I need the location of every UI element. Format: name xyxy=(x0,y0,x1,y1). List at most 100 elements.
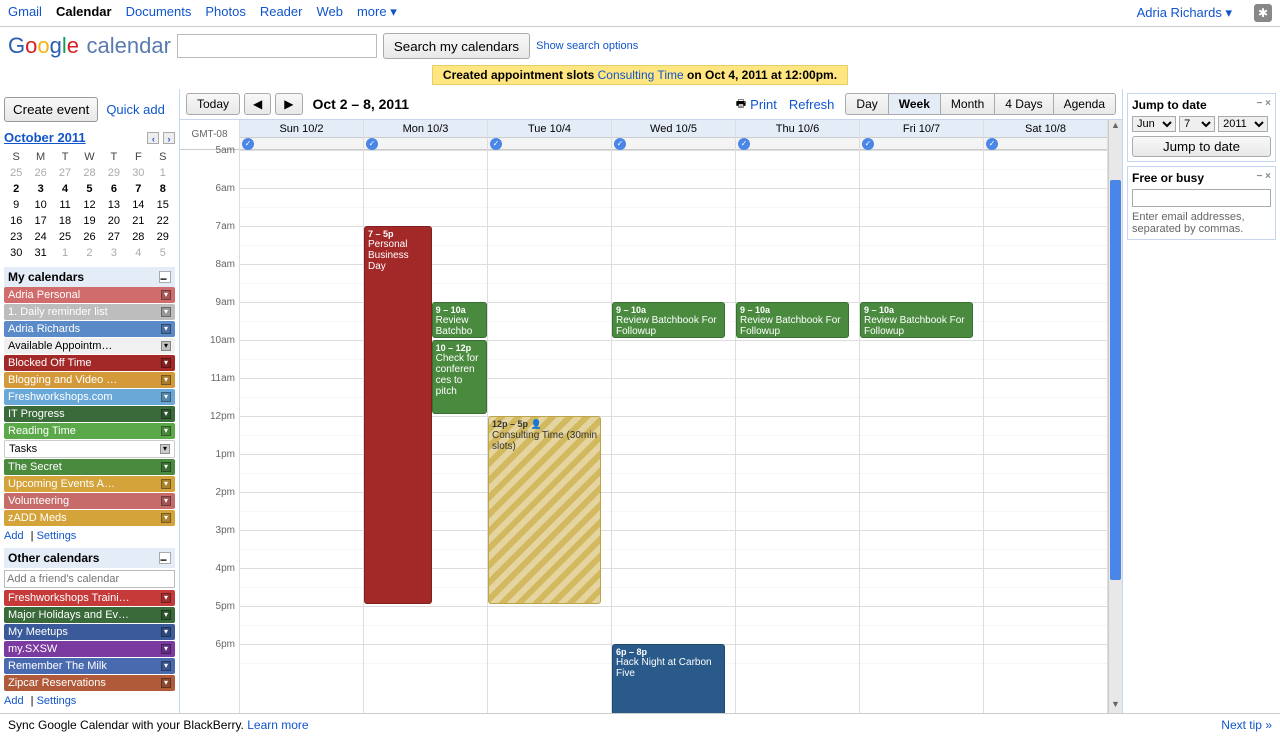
view-day[interactable]: Day xyxy=(845,93,888,115)
calendar-event[interactable]: 7 – 5pPersonal Business Day xyxy=(364,226,432,604)
minical-day[interactable]: 26 xyxy=(77,229,101,245)
calendar-menu-icon[interactable]: ▾ xyxy=(161,479,171,489)
create-event-button[interactable]: Create event xyxy=(4,97,98,122)
topnav-link-calendar[interactable]: Calendar xyxy=(56,4,112,19)
calendar-item[interactable]: Upcoming Events A…▾ xyxy=(4,476,175,492)
calendar-item[interactable]: Adria Personal▾ xyxy=(4,287,175,303)
minical-month[interactable]: October 2011 xyxy=(4,130,86,145)
next-week-button[interactable]: ▶ xyxy=(275,93,302,115)
jump-month-select[interactable]: Jun xyxy=(1132,116,1176,132)
allday-row[interactable]: ✓ xyxy=(984,138,1107,150)
allday-row[interactable]: ✓ xyxy=(488,138,611,150)
minical-day[interactable]: 25 xyxy=(4,165,28,181)
calendar-menu-icon[interactable]: ▾ xyxy=(161,593,171,603)
minus-icon[interactable]: − xyxy=(159,552,171,564)
minical-day[interactable]: 2 xyxy=(4,181,28,197)
jump-day-select[interactable]: 7 xyxy=(1179,116,1215,132)
calendar-menu-icon[interactable]: ▾ xyxy=(161,627,171,637)
calendar-item[interactable]: Zipcar Reservations▾ xyxy=(4,675,175,691)
close-icon[interactable]: × xyxy=(1265,171,1271,182)
day-column[interactable]: Mon 10/3✓7 – 5pPersonal Business Day9 – … xyxy=(364,120,488,713)
minical-day[interactable]: 1 xyxy=(151,165,175,181)
refresh-link[interactable]: Refresh xyxy=(789,97,835,112)
user-menu[interactable]: Adria Richards ▾ xyxy=(1137,5,1232,21)
minical-day[interactable]: 3 xyxy=(102,245,126,261)
view-agenda[interactable]: Agenda xyxy=(1053,93,1116,115)
calendar-item[interactable]: Remember The Milk▾ xyxy=(4,658,175,674)
calendar-item[interactable]: IT Progress▾ xyxy=(4,406,175,422)
minical-day[interactable]: 22 xyxy=(151,213,175,229)
calendar-menu-icon[interactable]: ▾ xyxy=(161,644,171,654)
calendar-menu-icon[interactable]: ▾ xyxy=(161,409,171,419)
view-week[interactable]: Week xyxy=(888,93,941,115)
calendar-menu-icon[interactable]: ▾ xyxy=(161,324,171,334)
gear-icon[interactable]: ✱ xyxy=(1254,4,1272,22)
calendar-event[interactable]: 9 – 10aReview Batchbook For Followup xyxy=(860,302,973,338)
notif-link[interactable]: Consulting Time xyxy=(598,68,684,82)
calendar-menu-icon[interactable]: ▾ xyxy=(161,358,171,368)
day-column[interactable]: Wed 10/5✓9 – 10aReview Batchbook For Fol… xyxy=(612,120,736,713)
add-other-calendar-link[interactable]: Add xyxy=(4,695,24,707)
calendar-item[interactable]: Major Holidays and Ev…▾ xyxy=(4,607,175,623)
day-column[interactable]: Fri 10/7✓9 – 10aReview Batchbook For Fol… xyxy=(860,120,984,713)
jump-to-date-button[interactable]: Jump to date xyxy=(1132,136,1271,157)
minical-day[interactable]: 2 xyxy=(77,245,101,261)
calendar-event[interactable]: 6p – 8pHack Night at Carbon Five xyxy=(612,644,725,713)
minical-day[interactable]: 6 xyxy=(102,181,126,197)
calendar-menu-icon[interactable]: ▾ xyxy=(161,678,171,688)
minical-day[interactable]: 30 xyxy=(126,165,150,181)
minical-day[interactable]: 30 xyxy=(4,245,28,261)
calendar-item[interactable]: 1. Daily reminder list▾ xyxy=(4,304,175,320)
jump-year-select[interactable]: 2011 xyxy=(1218,116,1268,132)
allday-row[interactable]: ✓ xyxy=(736,138,859,150)
minical-day[interactable]: 15 xyxy=(151,197,175,213)
calendar-event[interactable]: 9 – 10aReview Batchbook For Followup xyxy=(612,302,725,338)
search-button[interactable]: Search my calendars xyxy=(383,33,530,59)
calendar-menu-icon[interactable]: ▾ xyxy=(161,462,171,472)
other-calendar-settings-link[interactable]: Settings xyxy=(37,695,77,707)
quick-add-link[interactable]: Quick add xyxy=(106,102,165,117)
calendar-item[interactable]: Freshworkshops.com▾ xyxy=(4,389,175,405)
print-link[interactable]: Print xyxy=(750,97,777,112)
minical-day[interactable]: 10 xyxy=(28,197,52,213)
calendar-item[interactable]: Reading Time▾ xyxy=(4,423,175,439)
calendar-menu-icon[interactable]: ▾ xyxy=(161,341,171,351)
calendar-item[interactable]: Volunteering▾ xyxy=(4,493,175,509)
scroll-down-icon[interactable]: ▼ xyxy=(1109,699,1122,713)
minical-day[interactable]: 12 xyxy=(77,197,101,213)
calendar-item[interactable]: Adria Richards▾ xyxy=(4,321,175,337)
minical-next-icon[interactable]: › xyxy=(163,132,175,144)
calendar-item[interactable]: Available Appointm…▾ xyxy=(4,338,175,354)
minical-day[interactable]: 27 xyxy=(53,165,77,181)
minical-day[interactable]: 4 xyxy=(126,245,150,261)
minical-day[interactable]: 25 xyxy=(53,229,77,245)
minical-day[interactable]: 24 xyxy=(28,229,52,245)
free-busy-input[interactable] xyxy=(1132,189,1271,207)
day-column[interactable]: Sat 10/8✓ xyxy=(984,120,1108,713)
minical-day[interactable]: 16 xyxy=(4,213,28,229)
topnav-link-web[interactable]: Web xyxy=(316,4,343,19)
day-column[interactable]: Thu 10/6✓9 – 10aReview Batchbook For Fol… xyxy=(736,120,860,713)
minical-day[interactable]: 20 xyxy=(102,213,126,229)
learn-more-link[interactable]: Learn more xyxy=(247,718,308,732)
topnav-link-photos[interactable]: Photos xyxy=(205,4,245,19)
topnav-link-more[interactable]: more ▾ xyxy=(357,4,397,19)
minical-day[interactable]: 29 xyxy=(102,165,126,181)
minical-day[interactable]: 18 xyxy=(53,213,77,229)
calendar-item[interactable]: Tasks▾ xyxy=(4,440,175,458)
scrollbar-thumb[interactable] xyxy=(1110,180,1121,580)
scroll-up-icon[interactable]: ▲ xyxy=(1109,120,1122,134)
add-friend-calendar-input[interactable] xyxy=(4,570,175,588)
search-input[interactable] xyxy=(177,34,377,58)
minical-day[interactable]: 7 xyxy=(126,181,150,197)
minical-day[interactable]: 28 xyxy=(126,229,150,245)
minical-day[interactable]: 28 xyxy=(77,165,101,181)
minical-day[interactable]: 17 xyxy=(28,213,52,229)
topnav-link-reader[interactable]: Reader xyxy=(260,4,303,19)
calendar-item[interactable]: zADD Meds▾ xyxy=(4,510,175,526)
allday-row[interactable]: ✓ xyxy=(860,138,983,150)
minical-day[interactable]: 3 xyxy=(28,181,52,197)
calendar-settings-link[interactable]: Settings xyxy=(37,530,77,542)
calendar-menu-icon[interactable]: ▾ xyxy=(161,513,171,523)
calendar-event[interactable]: 9 – 10aReview Batchbook For Followup xyxy=(736,302,849,338)
